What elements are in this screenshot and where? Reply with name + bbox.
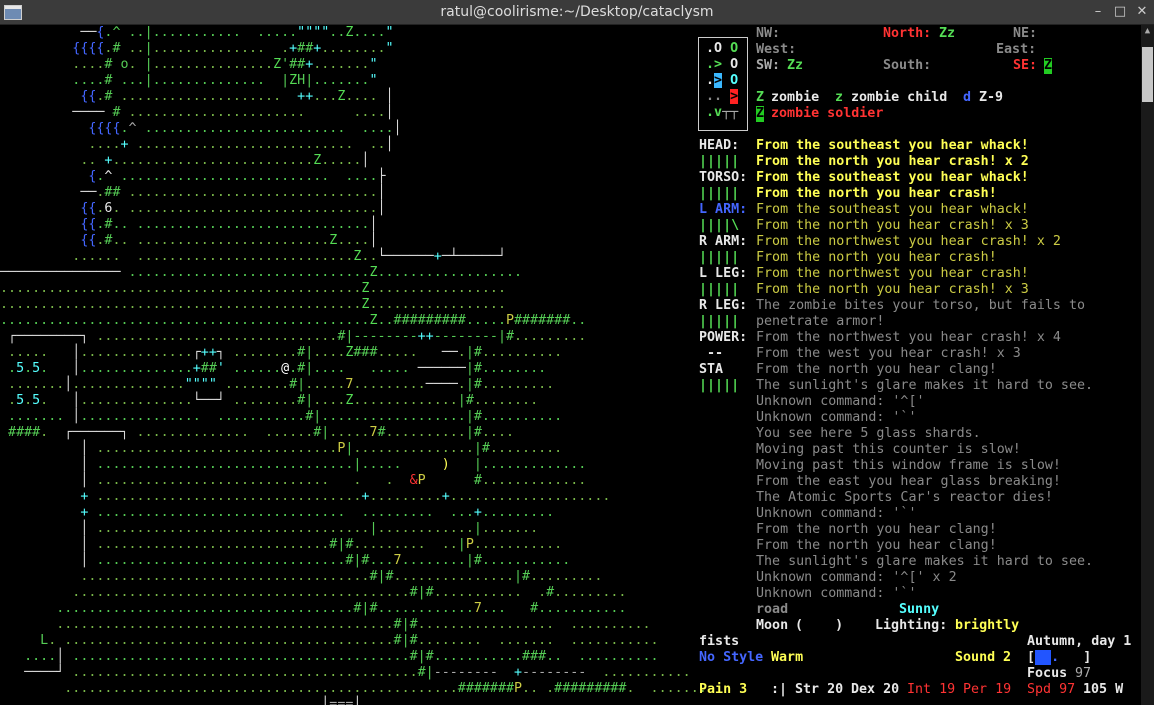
morale-face: :| xyxy=(771,682,788,697)
power-label: POWER: xyxy=(699,330,748,345)
legend-zombie-glyph: Z xyxy=(756,90,765,105)
style-text: No Style xyxy=(699,650,764,665)
compass-north-value: Zz xyxy=(939,26,956,41)
message-line: Unknown command: '`' xyxy=(756,410,917,425)
lighting-label: Lighting: xyxy=(875,618,948,633)
message-line: Moving past this window frame is slow! xyxy=(756,458,1061,473)
sidebar: .O O .> O .> O .. > .v┬┬ NW: North: Zz N… xyxy=(0,25,1140,705)
move-mode: 105 W xyxy=(1083,682,1124,697)
legend-child-glyph: z xyxy=(835,90,844,105)
message-line: From the southeast you hear whack! xyxy=(756,138,1029,153)
body-rleg-bar: ||||| xyxy=(699,314,740,329)
message-line: The Atomic Sports Car's reactor dies! xyxy=(756,490,1053,505)
body-rarm-label: R ARM: xyxy=(699,234,748,249)
message-line: The sunlight's glare makes it hard to se… xyxy=(756,554,1094,569)
pain-text: Pain 3 xyxy=(699,682,748,697)
body-larm-label: L ARM: xyxy=(699,202,748,217)
close-button[interactable]: ✕ xyxy=(1132,0,1152,24)
legend-soldier-glyph: Z xyxy=(756,106,765,122)
focus-label: Focus xyxy=(1027,666,1068,681)
body-head-bar: ||||| xyxy=(699,154,740,169)
message-line: From the north you hear crash! x 2 xyxy=(756,154,1029,169)
sound-value: 2 xyxy=(1003,650,1012,665)
stat-spd: Spd 97 xyxy=(1027,682,1076,697)
message-line: From the north you hear crash! xyxy=(756,186,997,201)
stamina-bar: ||||| xyxy=(699,378,740,393)
message-line: Unknown command: '`' xyxy=(756,586,917,601)
legend-child-label: zombie child xyxy=(851,90,948,105)
compass-se-label: SE: xyxy=(1013,58,1038,73)
terrain-text: road xyxy=(756,602,789,617)
compass-east: East: xyxy=(996,42,1037,57)
body-torso-bar: ||||| xyxy=(699,186,740,201)
message-line: From the northwest you hear crash! x 4 xyxy=(756,330,1061,345)
message-line: From the northwest you hear crash! x 2 xyxy=(756,234,1061,249)
compass-west: West: xyxy=(756,42,797,57)
body-rarm-bar: ||||| xyxy=(699,250,740,265)
focus-value: 97 xyxy=(1075,666,1092,681)
compass-ne: NE: xyxy=(1013,26,1038,41)
stat-int: Int 19 xyxy=(907,682,956,697)
message-line: The zombie bites your torso, but fails t… xyxy=(756,298,1085,313)
message-line: From the east you hear glass breaking! xyxy=(756,474,1061,489)
maximize-button[interactable]: □ xyxy=(1110,0,1130,24)
message-line: From the southeast you hear whack! xyxy=(756,170,1029,185)
message-line: You see here 5 glass shards. xyxy=(756,426,981,441)
stamina-label: STA xyxy=(699,362,724,377)
message-line: Unknown command: '^[' x 2 xyxy=(756,570,957,585)
legend-zombie-label: zombie xyxy=(771,90,820,105)
minimize-button[interactable]: – xyxy=(1088,0,1108,24)
stat-str: Str 20 xyxy=(795,682,844,697)
body-lleg-label: L LEG: xyxy=(699,266,748,281)
sound-meter: [ . ] xyxy=(1027,650,1092,665)
scroll-thumb[interactable] xyxy=(1142,47,1153,102)
message-line: From the north you hear clang! xyxy=(756,538,997,553)
legend-z9-glyph: d xyxy=(963,90,972,105)
compass-se-value: Z xyxy=(1044,58,1053,74)
message-line: From the north you hear crash! x 3 xyxy=(756,282,1029,297)
legend-soldier-label: zombie soldier xyxy=(771,106,884,121)
message-line: From the northwest you hear crash! xyxy=(756,266,1029,281)
body-lleg-bar: ||||| xyxy=(699,282,740,297)
message-line: The sunlight's glare makes it hard to se… xyxy=(756,378,1094,393)
compass-south: South: xyxy=(883,58,932,73)
compass-nw: NW: xyxy=(756,26,781,41)
legend-z9-label: Z-9 xyxy=(979,90,1004,105)
lighting-value: brightly xyxy=(955,618,1020,633)
stat-per: Per 19 xyxy=(963,682,1012,697)
scroll-up-icon[interactable]: ▲ xyxy=(1141,25,1154,37)
message-line: From the west you hear crash! x 3 xyxy=(756,346,1021,361)
message-line: Moving past this counter is slow! xyxy=(756,442,1021,457)
weapon-text: fists xyxy=(699,634,740,649)
body-head-label: HEAD: xyxy=(699,138,740,153)
minimap: .O O .> O .> O .. > .v┬┬ xyxy=(706,41,739,120)
moon-phase: ( ) xyxy=(795,618,844,633)
body-torso-label: TORSO: xyxy=(699,170,748,185)
message-line: From the north you hear clang! xyxy=(756,522,997,537)
body-larm-bar: ||||\ xyxy=(699,218,740,233)
message-line: Unknown command: '`' xyxy=(756,506,917,521)
compass-sw-label: SW: xyxy=(756,58,781,73)
message-line: From the north you hear clang! xyxy=(756,362,997,377)
window-titlebar: ratul@coolirisme:~/Desktop/cataclysm – □… xyxy=(0,0,1154,25)
season-text: Autumn, day 1 xyxy=(1027,634,1132,649)
compass-north-label: North: xyxy=(883,26,932,41)
message-line: Unknown command: '^[' xyxy=(756,394,925,409)
message-line: From the north you hear crash! xyxy=(756,250,997,265)
window-title: ratul@coolirisme:~/Desktop/cataclysm xyxy=(440,4,714,20)
stat-dex: Dex 20 xyxy=(851,682,900,697)
temperature-text: Warm xyxy=(771,650,804,665)
message-line: penetrate armor! xyxy=(756,314,885,329)
sound-label: Sound xyxy=(955,650,996,665)
compass-sw-value: Zz xyxy=(787,58,804,73)
terminal-scrollbar[interactable]: ▲ xyxy=(1141,25,1154,705)
power-value: -- xyxy=(707,346,724,361)
moon-label: Moon xyxy=(756,618,789,633)
weather-text: Sunny xyxy=(899,602,940,617)
message-line: From the north you hear crash! x 3 xyxy=(756,218,1029,233)
body-rleg-label: R LEG: xyxy=(699,298,748,313)
message-line: From the southeast you hear whack! xyxy=(756,202,1029,217)
